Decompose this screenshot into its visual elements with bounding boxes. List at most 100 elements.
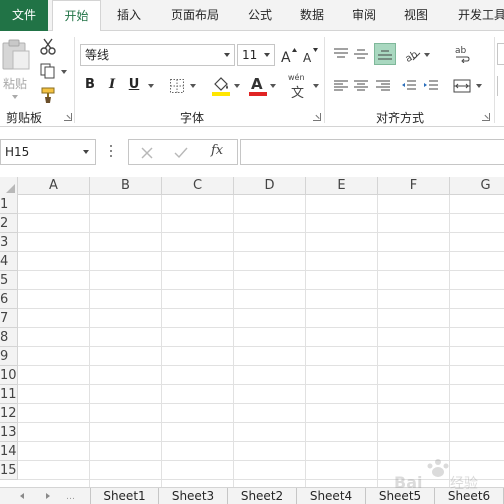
borders-dropdown-icon[interactable]	[190, 84, 196, 88]
phonetic-guide-button[interactable]: wén 文	[288, 73, 312, 101]
row-header-5[interactable]: 5	[0, 271, 18, 290]
underline-button[interactable]: U	[126, 76, 142, 94]
paste-icon	[2, 39, 30, 70]
underline-dropdown-icon[interactable]	[148, 84, 154, 88]
enter-check-icon[interactable]	[171, 143, 191, 163]
font-color-button[interactable]: A	[248, 75, 268, 97]
formula-bar-grip-icon[interactable]	[110, 145, 113, 159]
merge-center-icon[interactable]	[452, 76, 472, 96]
row-header-7[interactable]: 7	[0, 309, 18, 328]
formula-buttons: fx	[128, 139, 238, 165]
tab-formulas[interactable]: 公式	[240, 0, 280, 31]
row-header-2[interactable]: 2	[0, 214, 18, 233]
sheet-tab-sheet4[interactable]: Sheet4	[297, 488, 366, 504]
row-header-14[interactable]: 14	[0, 442, 18, 461]
column-header-e[interactable]: E	[306, 177, 378, 195]
paste-dropdown-icon	[12, 95, 18, 99]
formula-input[interactable]	[240, 139, 504, 165]
align-right-icon[interactable]	[374, 76, 392, 96]
ribbon-home: 粘贴 剪贴板 等线 11 A A B I U A wén 文 字体 ab ab …	[0, 31, 504, 127]
row-header-15[interactable]: 15	[0, 461, 18, 480]
tab-review[interactable]: 审阅	[344, 0, 384, 31]
column-header-d[interactable]: D	[234, 177, 306, 195]
tab-view[interactable]: 视图	[396, 0, 436, 31]
select-all-button[interactable]	[0, 177, 18, 195]
font-size-combo[interactable]: 11	[237, 44, 275, 66]
increase-indent-icon[interactable]	[422, 76, 440, 96]
row-header-6[interactable]: 6	[0, 290, 18, 309]
tab-file[interactable]: 文件	[0, 0, 48, 31]
row-header-8[interactable]: 8	[0, 328, 18, 347]
phonetic-top-text: wén	[288, 73, 305, 82]
row-header-10[interactable]: 10	[0, 366, 18, 385]
font-name-dropdown-icon	[224, 53, 230, 57]
row-header-3[interactable]: 3	[0, 233, 18, 252]
sheet-prev-icon[interactable]	[20, 493, 24, 499]
copy-dropdown-icon[interactable]	[61, 70, 67, 74]
format-painter-icon[interactable]	[38, 85, 58, 105]
wrap-text-icon[interactable]: ab	[452, 43, 472, 65]
tab-data[interactable]: 数据	[292, 0, 332, 31]
column-header-c[interactable]: C	[162, 177, 234, 195]
sheet-tab-bar: … Sheet1 Sheet3 Sheet2 Sheet4 Sheet5 Sheet6	[0, 487, 504, 504]
clipboard-group-label: 剪贴板	[6, 111, 43, 125]
sheet-tab-sheet5[interactable]: Sheet5	[366, 488, 435, 504]
font-name-combo[interactable]: 等线	[80, 44, 235, 66]
font-color-dropdown-icon[interactable]	[270, 84, 276, 88]
tab-home[interactable]: 开始	[52, 0, 101, 32]
decrease-font-size-icon[interactable]: A	[302, 45, 320, 65]
tab-developer[interactable]: 开发工具	[450, 0, 504, 31]
align-center-icon[interactable]	[352, 76, 370, 96]
sheet-tab-sheet3[interactable]: Sheet3	[159, 488, 228, 504]
copy-icon[interactable]	[38, 61, 58, 81]
decrease-indent-icon[interactable]	[400, 76, 418, 96]
orientation-dropdown-icon[interactable]	[424, 53, 430, 57]
row-header-9[interactable]: 9	[0, 347, 18, 366]
sheet-nav-separator: …	[66, 492, 75, 502]
sheet-next-icon[interactable]	[46, 493, 50, 499]
column-header-f[interactable]: F	[378, 177, 450, 195]
merge-center-dropdown-icon[interactable]	[476, 84, 482, 88]
clipboard-dialog-launcher-icon[interactable]	[64, 113, 72, 121]
row-header-1[interactable]: 1	[0, 195, 18, 214]
increase-font-size-icon[interactable]: A	[280, 45, 298, 65]
currency-icon[interactable]	[497, 76, 504, 96]
align-bottom-icon[interactable]	[374, 43, 396, 65]
cell-area[interactable]	[18, 195, 504, 487]
column-header-a[interactable]: A	[18, 177, 90, 195]
sheet-tab-sheet1[interactable]: Sheet1	[90, 488, 159, 504]
align-middle-icon[interactable]	[352, 44, 370, 64]
name-box[interactable]: H15	[0, 139, 96, 165]
bold-button[interactable]: B	[82, 76, 98, 94]
align-left-icon[interactable]	[332, 76, 350, 96]
cancel-icon[interactable]	[137, 143, 157, 163]
column-header-row: ABCDEFG	[0, 177, 504, 195]
row-header-11[interactable]: 11	[0, 385, 18, 404]
fill-color-dropdown-icon[interactable]	[234, 84, 240, 88]
svg-text:A: A	[281, 50, 291, 64]
tab-insert[interactable]: 插入	[108, 0, 150, 31]
paste-button[interactable]: 粘贴	[0, 37, 32, 101]
borders-icon[interactable]	[168, 77, 186, 95]
align-top-icon[interactable]	[332, 44, 350, 64]
svg-text:ab: ab	[455, 46, 467, 56]
column-header-g[interactable]: G	[450, 177, 504, 195]
insert-function-button[interactable]: fx	[211, 143, 223, 158]
worksheet-grid: ABCDEFG 1 2 3 4 5 6 7 8 9 10 11 12 13 14 15	[0, 177, 504, 487]
italic-button[interactable]: I	[104, 76, 120, 94]
column-header-b[interactable]: B	[90, 177, 162, 195]
phonetic-dropdown-icon[interactable]	[313, 84, 319, 88]
cut-icon[interactable]	[38, 37, 58, 57]
row-header-4[interactable]: 4	[0, 252, 18, 271]
number-format-icon[interactable]	[497, 43, 504, 65]
fill-color-icon[interactable]	[210, 75, 232, 97]
row-header-12[interactable]: 12	[0, 404, 18, 423]
row-header-13[interactable]: 13	[0, 423, 18, 442]
alignment-dialog-launcher-icon[interactable]	[482, 113, 490, 121]
sheet-tab-sheet6[interactable]: Sheet6	[435, 488, 504, 504]
tab-page-layout[interactable]: 页面布局	[162, 0, 228, 31]
font-dialog-launcher-icon[interactable]	[313, 113, 321, 121]
orientation-icon[interactable]: ab	[402, 43, 422, 65]
sheet-tab-sheet2[interactable]: Sheet2	[228, 488, 297, 504]
font-group-label: 字体	[180, 111, 205, 125]
